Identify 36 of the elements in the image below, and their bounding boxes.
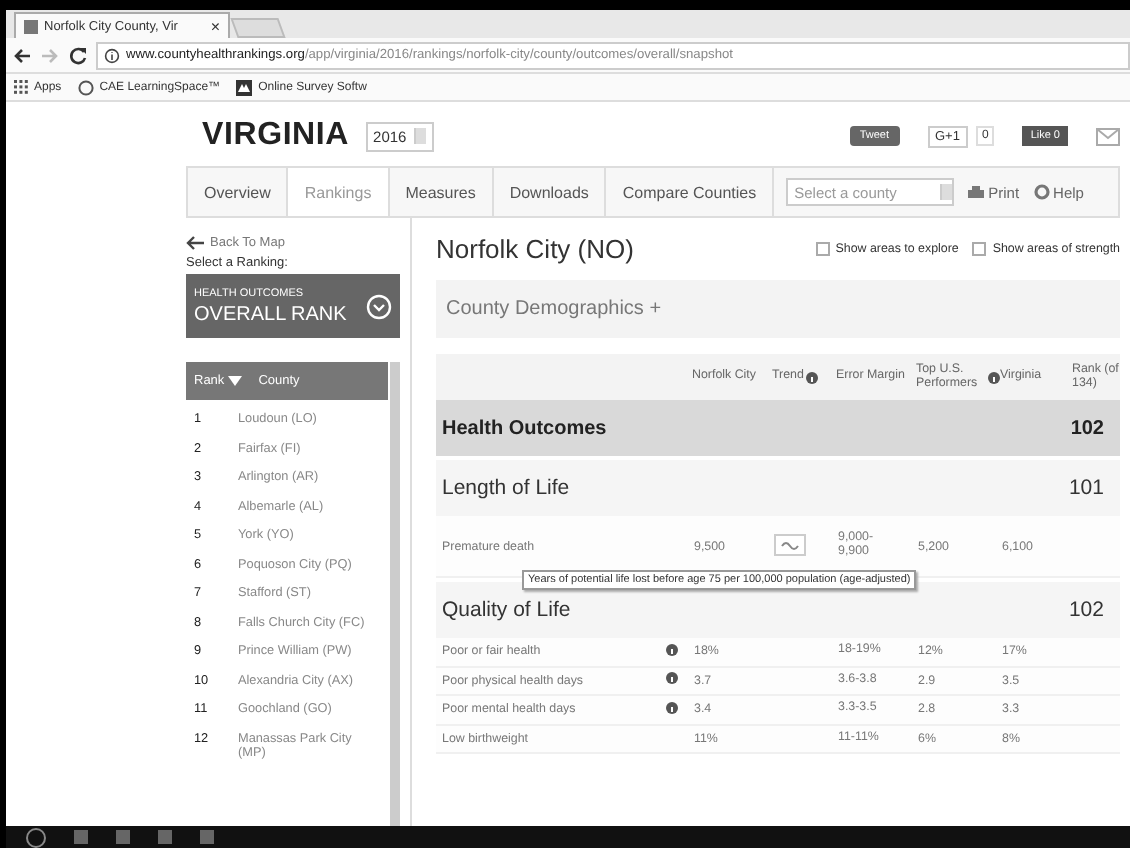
- nav-tab[interactable]: Rankings: [288, 168, 390, 216]
- info-icon[interactable]: [988, 371, 1000, 383]
- mail-icon[interactable]: [1096, 127, 1120, 145]
- info-icon[interactable]: [666, 643, 678, 656]
- back-arrow-icon: [186, 236, 204, 250]
- nav-tab[interactable]: Compare Counties: [606, 168, 775, 216]
- rank-value: 102: [1070, 417, 1104, 439]
- nav-tab[interactable]: Measures: [389, 168, 494, 216]
- state-title: VIRGINIA: [202, 118, 350, 154]
- panel-title: County Demographics +: [446, 298, 662, 320]
- help-icon: [1033, 184, 1050, 200]
- search-icon[interactable]: [26, 827, 46, 847]
- row-title: Length of Life: [442, 476, 570, 500]
- chevron-down-icon: [366, 293, 392, 319]
- page-icon: [24, 19, 38, 33]
- demographics-panel[interactable]: County Demographics +: [436, 280, 1120, 338]
- sort-icon[interactable]: [228, 376, 243, 386]
- reload-icon[interactable]: [68, 45, 88, 65]
- scrollbar[interactable]: [390, 362, 400, 826]
- trend-graph-icon[interactable]: [774, 533, 806, 555]
- county-title: Norfolk City (NO): [436, 233, 634, 263]
- nav-tab[interactable]: Downloads: [493, 168, 607, 216]
- row-title: Quality of Life: [442, 598, 571, 622]
- close-icon[interactable]: ×: [210, 17, 220, 35]
- back-icon[interactable]: [12, 45, 32, 65]
- bookmark-icon: [236, 79, 253, 95]
- info-icon[interactable]: [805, 371, 818, 383]
- circle-icon: [77, 79, 94, 95]
- info-icon[interactable]: [104, 47, 120, 63]
- print-icon: [968, 185, 985, 199]
- info-icon[interactable]: [666, 672, 678, 685]
- apps-grid-icon: [14, 80, 28, 94]
- rank-value: 102: [1068, 598, 1104, 622]
- info-icon[interactable]: [666, 701, 678, 714]
- rank-value: 101: [1068, 476, 1104, 500]
- row-title: Health Outcomes: [442, 417, 607, 439]
